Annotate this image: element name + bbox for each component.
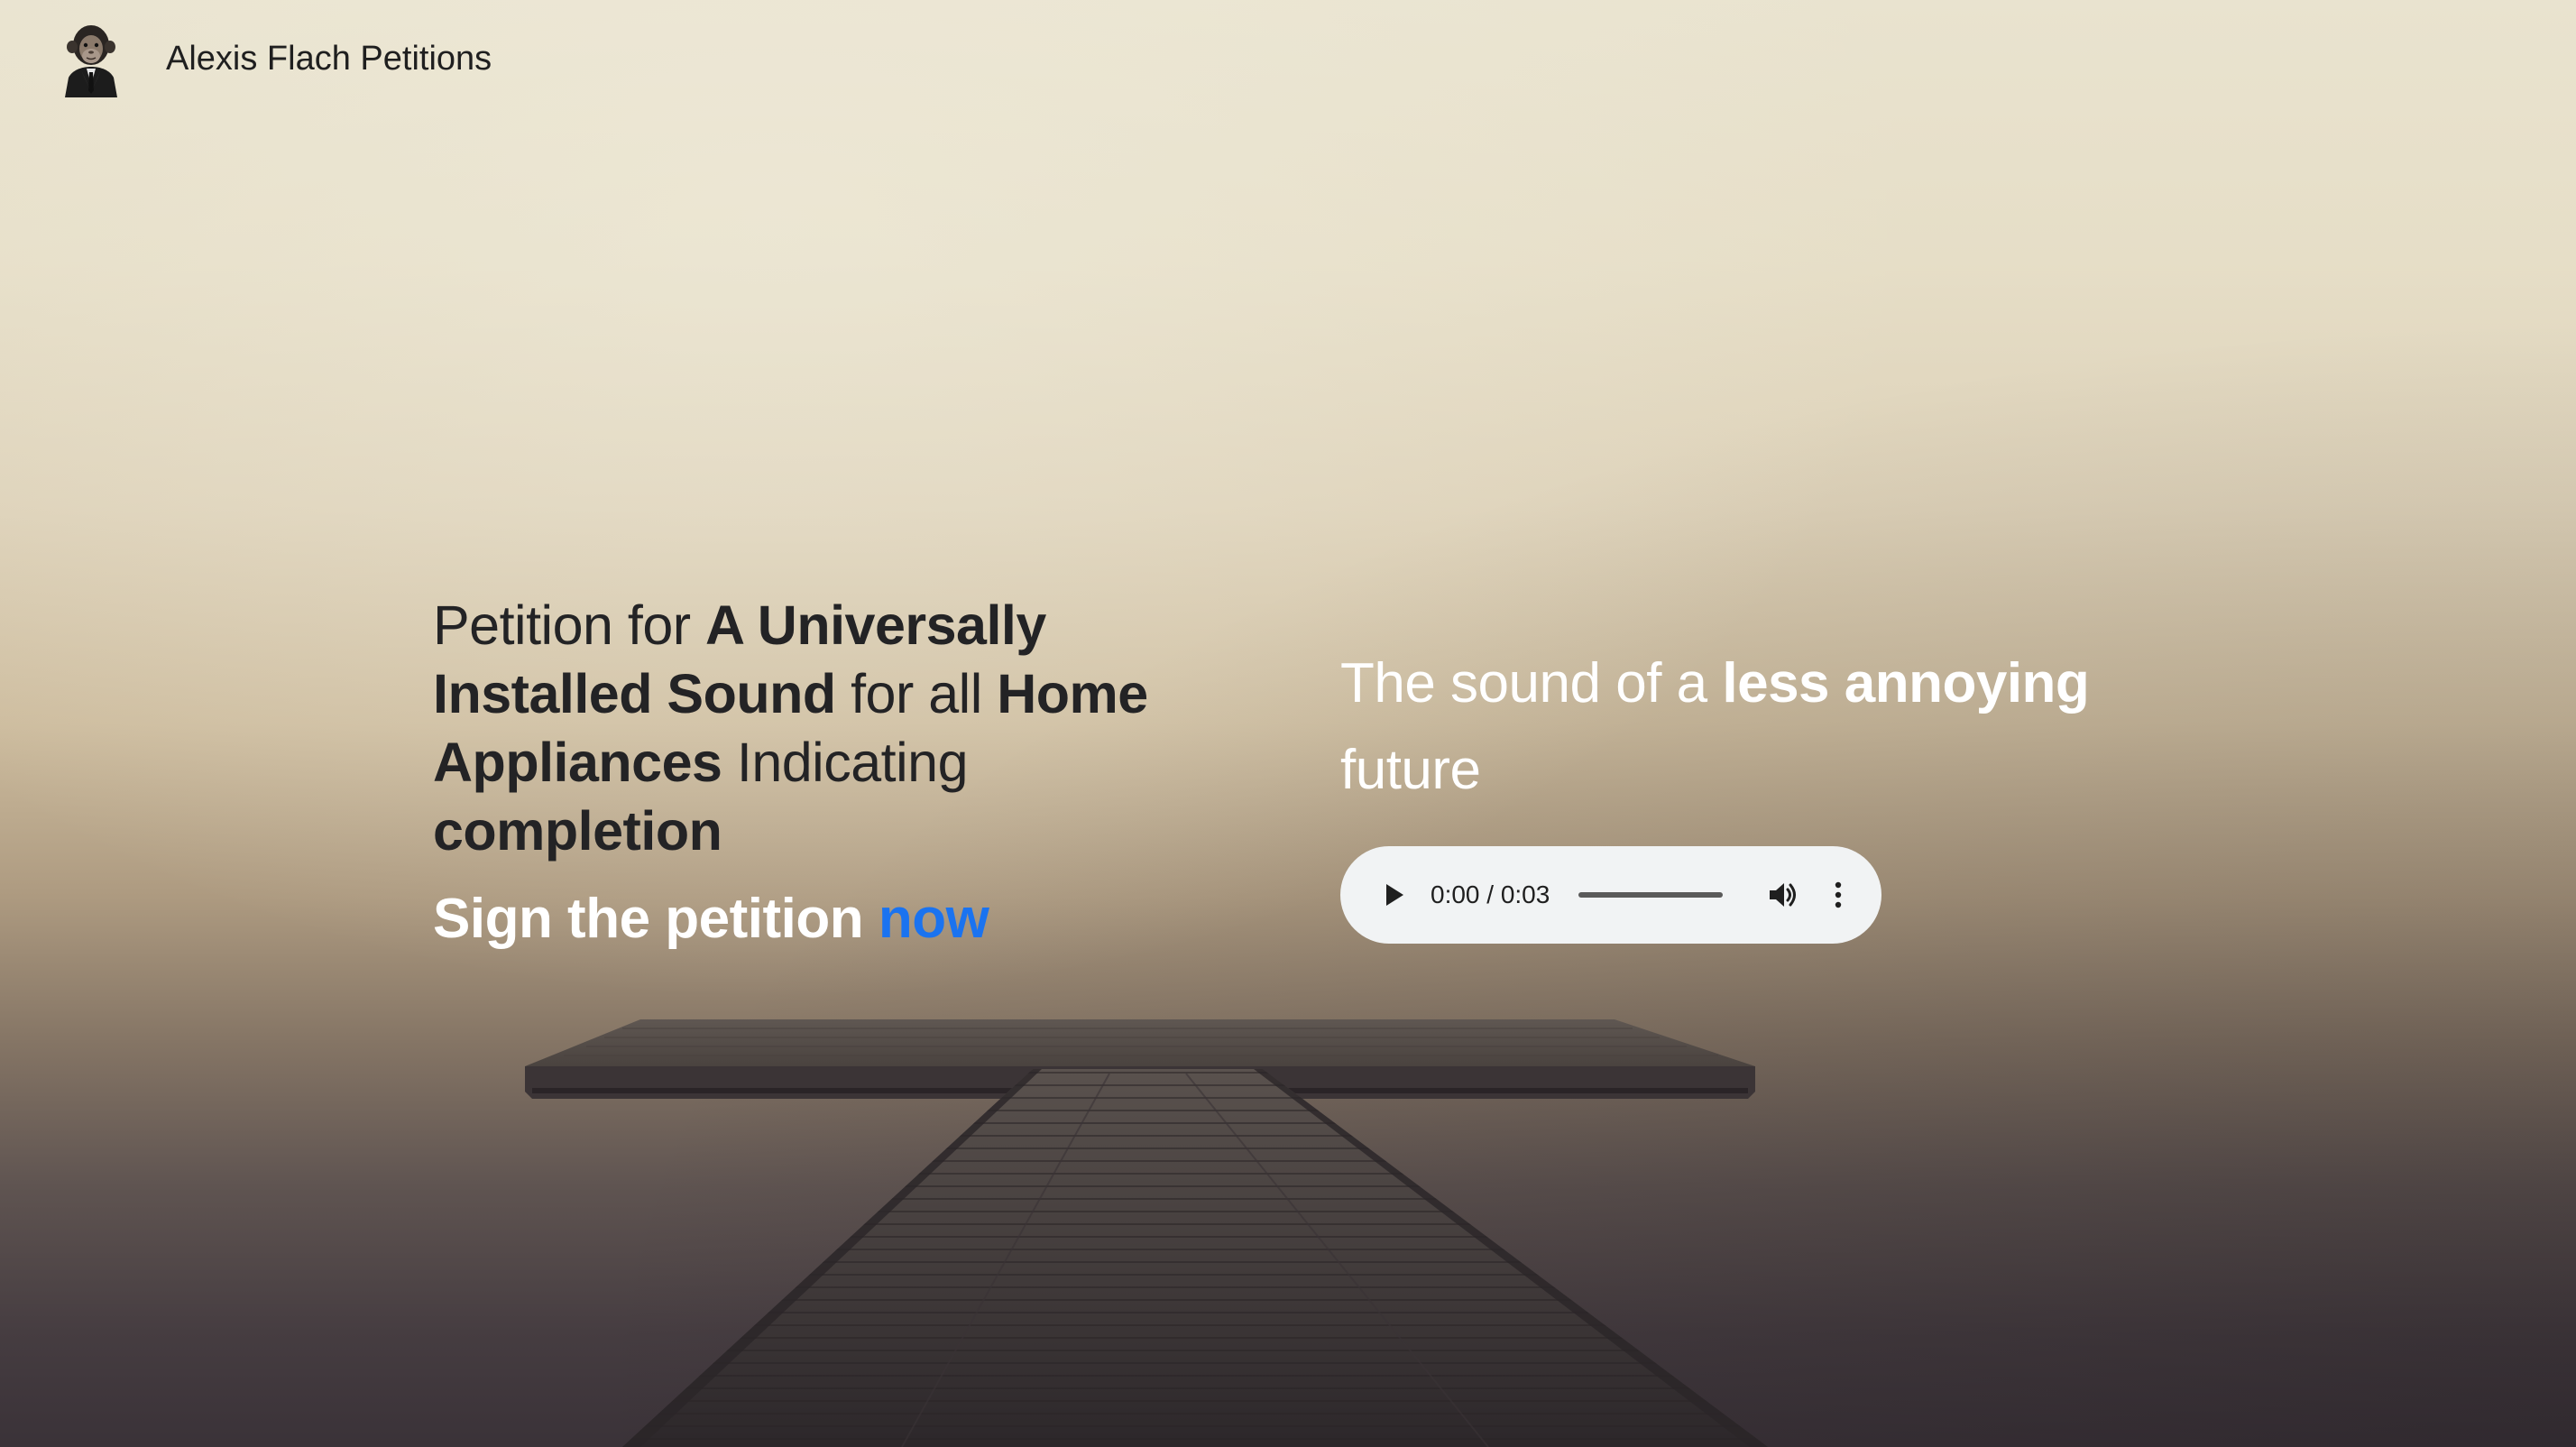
volume-icon[interactable] xyxy=(1764,875,1804,915)
tagline-emphasis: less annoying xyxy=(1722,652,2090,714)
brand-link[interactable]: Alexis Flach Petitions xyxy=(166,40,492,78)
audio-player: 0:00 / 0:03 xyxy=(1340,846,1881,944)
hero-left: Petition for A Universally Installed Sou… xyxy=(433,591,1245,951)
play-icon[interactable] xyxy=(1376,877,1412,913)
petition-headline: Petition for A Universally Installed Sou… xyxy=(433,591,1245,865)
background-vignette xyxy=(0,0,2576,1447)
cta-prefix: Sign the petition xyxy=(433,888,879,950)
playback-time: 0:00 / 0:03 xyxy=(1431,880,1550,908)
hero-right: The sound of a less annoying future 0:00… xyxy=(1340,641,2152,944)
site-header: Alexis Flach Petitions xyxy=(60,18,492,99)
headline-part: Petition for xyxy=(433,594,706,656)
sign-now-link[interactable]: now xyxy=(879,888,989,950)
tagline-suffix: future xyxy=(1340,739,1481,801)
headline-part: Indicating xyxy=(722,732,969,793)
seek-bar[interactable] xyxy=(1578,892,1724,898)
headline-part: for all xyxy=(835,663,998,724)
chimp-avatar-icon[interactable] xyxy=(60,18,123,99)
more-vert-icon[interactable] xyxy=(1829,875,1847,915)
headline-part-bold: completion xyxy=(433,800,722,862)
sign-petition-cta: Sign the petition now xyxy=(433,887,1245,951)
pier-background-image xyxy=(525,1019,1768,1447)
tagline-prefix: The sound of a xyxy=(1340,652,1723,714)
sound-tagline: The sound of a less annoying future xyxy=(1340,641,2152,814)
